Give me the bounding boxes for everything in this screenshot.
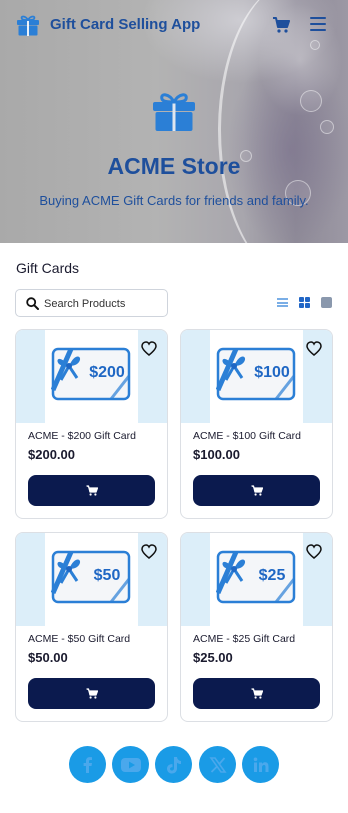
heart-icon[interactable] — [306, 341, 322, 356]
add-to-cart-button[interactable] — [193, 678, 320, 709]
gift-card-image: $50 — [51, 550, 131, 604]
add-to-cart-button[interactable] — [193, 475, 320, 506]
heart-icon[interactable] — [306, 544, 322, 559]
gift-card-amount: $100 — [254, 364, 290, 381]
add-to-cart-button[interactable] — [28, 475, 155, 506]
product-card[interactable]: $200 ACME - $200 Gift Card $200.00 — [15, 329, 168, 519]
product-price: $100.00 — [193, 447, 240, 462]
cart-icon[interactable] — [272, 16, 290, 34]
product-price: $50.00 — [28, 650, 68, 665]
hero-subtitle: Buying ACME Gift Cards for friends and f… — [39, 193, 309, 208]
gift-icon — [153, 93, 195, 131]
product-image-backdrop: $100 — [210, 330, 303, 423]
search-icon — [26, 297, 39, 310]
search-input[interactable] — [44, 294, 164, 313]
product-price: $200.00 — [28, 447, 75, 462]
tiktok-icon[interactable] — [155, 746, 192, 783]
gift-card-amount: $200 — [89, 364, 125, 381]
hero-bubble — [320, 120, 334, 134]
app-title[interactable]: Gift Card Selling App — [50, 16, 200, 33]
gift-icon[interactable] — [16, 14, 40, 36]
hero-title: ACME Store — [107, 153, 241, 179]
section-title: Gift Cards — [16, 260, 80, 276]
product-card[interactable]: $25 ACME - $25 Gift Card $25.00 — [180, 532, 333, 722]
social-links — [0, 746, 348, 784]
product-card[interactable]: $100 ACME - $100 Gift Card $100.00 — [180, 329, 333, 519]
heart-icon[interactable] — [141, 544, 157, 559]
card-view-icon[interactable] — [321, 297, 332, 308]
product-price: $25.00 — [193, 650, 233, 665]
product-card[interactable]: $50 ACME - $50 Gift Card $50.00 — [15, 532, 168, 722]
youtube-icon[interactable] — [112, 746, 149, 783]
product-name[interactable]: ACME - $100 Gift Card — [193, 430, 301, 442]
search-box[interactable] — [15, 289, 168, 317]
cart-icon — [251, 688, 263, 699]
product-image-backdrop: $50 — [45, 533, 138, 626]
cart-icon — [86, 485, 98, 496]
linkedin-icon[interactable] — [242, 746, 279, 783]
product-image-backdrop: $200 — [45, 330, 138, 423]
add-to-cart-button[interactable] — [28, 678, 155, 709]
gift-card-image: $25 — [216, 550, 296, 604]
facebook-icon[interactable] — [69, 746, 106, 783]
product-name[interactable]: ACME - $50 Gift Card — [28, 633, 130, 645]
product-name[interactable]: ACME - $200 Gift Card — [28, 430, 136, 442]
hero-bubble — [300, 90, 322, 112]
gift-card-amount: $25 — [259, 567, 286, 584]
heart-icon[interactable] — [141, 341, 157, 356]
top-navbar: Gift Card Selling App — [0, 0, 348, 52]
hamburger-menu-icon[interactable] — [310, 17, 326, 31]
gift-card-image: $200 — [51, 347, 131, 401]
cart-icon — [251, 485, 263, 496]
hero-banner: Gift Card Selling App ACME Store Buying … — [0, 0, 348, 243]
cart-icon — [86, 688, 98, 699]
grid-view-icon[interactable] — [299, 297, 310, 308]
product-name[interactable]: ACME - $25 Gift Card — [193, 633, 295, 645]
gift-card-image: $100 — [216, 347, 296, 401]
x-icon[interactable] — [199, 746, 236, 783]
product-image-backdrop: $25 — [210, 533, 303, 626]
gift-card-amount: $50 — [94, 567, 121, 584]
list-view-icon[interactable] — [277, 298, 288, 307]
